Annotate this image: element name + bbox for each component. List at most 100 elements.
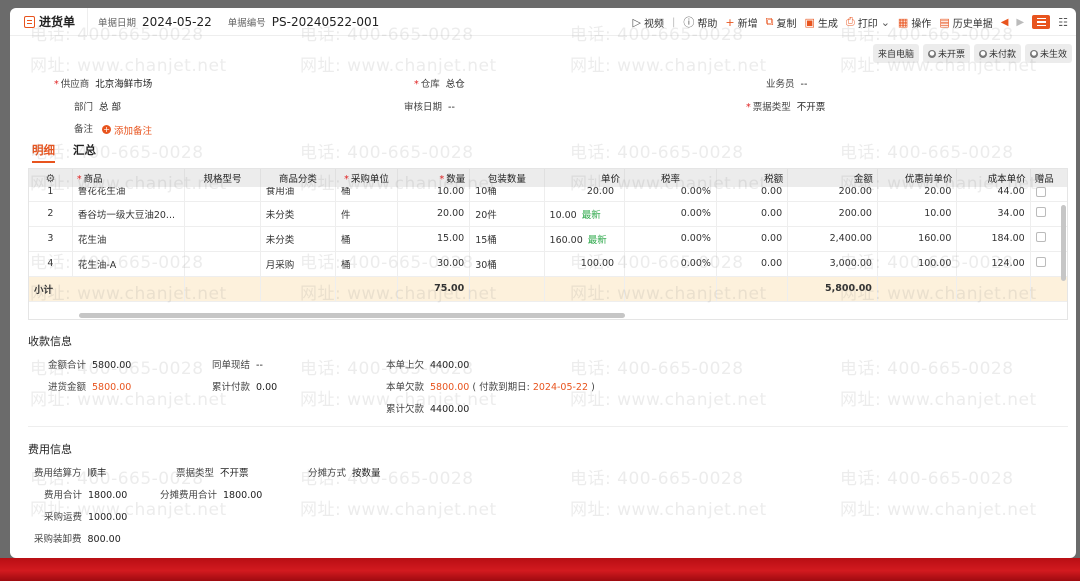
cell-product[interactable]: 香谷坊一级大豆油20... bbox=[72, 201, 186, 227]
cell-pack: 20件 bbox=[469, 201, 545, 227]
help-button[interactable]: ⓘ 帮助 bbox=[683, 14, 717, 30]
cell-pack: 15桶 bbox=[469, 226, 545, 252]
prev-arrow-icon[interactable]: ◀ bbox=[1001, 17, 1009, 28]
warehouse-field[interactable]: * 仓库 总仓 bbox=[414, 76, 465, 90]
purchase-amount: 进货金额 5800.00 bbox=[48, 382, 132, 393]
invoice-type-field[interactable]: * 票据类型 不开票 bbox=[746, 99, 825, 113]
cell-product[interactable]: 花生油 bbox=[72, 226, 186, 252]
supplier-field[interactable]: * 供应商 北京海鲜市场 bbox=[54, 76, 152, 90]
cell-unit[interactable]: 桶 bbox=[335, 226, 398, 252]
table-row[interactable]: 1 鲁花花生油 食用油桶 10.00 10桶 20.00 0.00% 0.00 200.00 20… bbox=[29, 187, 1067, 202]
invoice-type-value[interactable]: 不开票 bbox=[797, 102, 826, 113]
generate-button[interactable]: ▣ 生成 bbox=[804, 15, 837, 30]
date-value[interactable]: 2024-05-22 bbox=[142, 15, 212, 29]
chevron-down-icon[interactable]: ⌄ bbox=[881, 16, 890, 29]
dept-field[interactable]: 部门总 部 bbox=[74, 99, 121, 113]
warehouse-value[interactable]: 总仓 bbox=[446, 79, 465, 90]
cell-price[interactable]: 10.00 最新 bbox=[544, 201, 626, 227]
cell-unit[interactable]: 件 bbox=[335, 201, 398, 227]
invoice-status-badge: ● 未开票 bbox=[922, 44, 970, 63]
cell-spec[interactable] bbox=[184, 226, 261, 252]
gear-icon: ⚙ bbox=[45, 171, 56, 185]
cell-pre-discount-price[interactable]: 20.00 bbox=[877, 187, 958, 202]
grid-icon[interactable]: ☷ bbox=[1058, 16, 1068, 29]
cell-unit[interactable]: 桶 bbox=[335, 187, 398, 202]
table-row[interactable]: 4 花生油-A 月采购桶 30.00 30桶 100.00 0.00% 0.00 3,000.0… bbox=[29, 251, 1067, 277]
tab-detail[interactable]: 明细 bbox=[32, 142, 55, 163]
col-header: 包装数量 bbox=[469, 169, 545, 187]
history-button[interactable]: ▤ 历史单据 bbox=[939, 15, 992, 30]
cell-gift[interactable] bbox=[1030, 187, 1067, 202]
fee-settle-party[interactable]: 费用结算方 顺丰 bbox=[34, 465, 107, 479]
help-icon: ⓘ bbox=[683, 16, 695, 29]
menu-icon[interactable] bbox=[1032, 15, 1051, 29]
table-row[interactable]: 3 花生油 未分类桶 15.00 15桶 160.00 最新 0.00% 0.00 2,400.0… bbox=[29, 226, 1067, 252]
vertical-scrollbar[interactable] bbox=[1061, 205, 1066, 281]
col-header: 单价 bbox=[544, 169, 626, 187]
cell-price[interactable]: 100.00 bbox=[544, 251, 626, 277]
supplier-value[interactable]: 北京海鲜市场 bbox=[95, 79, 152, 90]
gift-checkbox[interactable] bbox=[1035, 187, 1046, 197]
clerk-field[interactable]: 业务员 -- bbox=[766, 76, 807, 90]
dept-value[interactable]: 总 部 bbox=[99, 102, 121, 113]
col-header: * 商品 bbox=[72, 169, 186, 187]
cell-qty[interactable]: 15.00 bbox=[397, 226, 471, 252]
cell-category: 月采购 bbox=[260, 251, 337, 277]
operate-button[interactable]: ▦ 操作 bbox=[898, 15, 931, 30]
cell-product[interactable]: 鲁花花生油 bbox=[72, 187, 186, 202]
cell-qty[interactable]: 30.00 bbox=[397, 251, 471, 277]
cell-amount[interactable]: 3,000.00 bbox=[787, 251, 878, 277]
next-arrow-icon[interactable]: ▶ bbox=[1016, 17, 1024, 28]
column-settings-button[interactable]: ⚙ bbox=[29, 169, 73, 187]
alloc-method[interactable]: 分摊方式 按数量 bbox=[308, 465, 381, 479]
fee-invoice-type[interactable]: 票据类型 不开票 bbox=[176, 465, 249, 479]
copy-button[interactable]: ⧉ 复制 bbox=[766, 15, 797, 30]
horizontal-scrollbar[interactable] bbox=[79, 313, 625, 318]
cell-amount[interactable]: 200.00 bbox=[787, 187, 878, 202]
cell-pre-discount-price[interactable]: 100.00 bbox=[877, 251, 958, 277]
subtotal-amount: 5,800.00 bbox=[787, 276, 878, 302]
new-button[interactable]: + 新增 bbox=[725, 15, 757, 30]
cell-qty[interactable]: 20.00 bbox=[397, 201, 471, 227]
cell-category: 未分类 bbox=[260, 226, 337, 252]
doc-no-value[interactable]: PS-20240522-001 bbox=[272, 15, 380, 29]
cell-amount[interactable]: 200.00 bbox=[787, 201, 878, 227]
invoice-status-label: 未开票 bbox=[937, 50, 965, 60]
gift-checkbox[interactable] bbox=[1035, 207, 1046, 217]
cell-price[interactable]: 160.00 最新 bbox=[544, 226, 626, 252]
cell-tax-rate[interactable]: 0.00% bbox=[624, 251, 717, 277]
col-header: 成本单价 bbox=[956, 169, 1031, 187]
clerk-value[interactable]: -- bbox=[801, 79, 808, 90]
cell-pre-discount-price[interactable]: 10.00 bbox=[877, 201, 958, 227]
row-index: 2 bbox=[29, 201, 73, 227]
freight-fee[interactable]: 采购运费 1000.00 bbox=[44, 509, 127, 523]
cell-unit[interactable]: 桶 bbox=[335, 251, 398, 277]
cell-tax-rate[interactable]: 0.00% bbox=[624, 187, 717, 202]
watermark-phone: 电话: 400-665-0028 bbox=[840, 359, 1014, 379]
source-badge-label: 来自电脑 bbox=[877, 50, 914, 60]
cell-pack: 30桶 bbox=[469, 251, 545, 277]
table-row[interactable]: 2 香谷坊一级大豆油20... 未分类件 20.00 20件 10.00 最新 0.00% 0.… bbox=[29, 201, 1067, 227]
due-date[interactable]: 2024-05-22 bbox=[533, 382, 588, 393]
cell-tax-rate[interactable]: 0.00% bbox=[624, 201, 717, 227]
same-settle[interactable]: 同单现结 -- bbox=[212, 357, 263, 371]
cell-spec[interactable] bbox=[184, 201, 261, 227]
gift-checkbox[interactable] bbox=[1035, 232, 1046, 242]
cell-product[interactable]: 花生油-A bbox=[72, 251, 186, 277]
doc-tab[interactable]: 进货单 bbox=[10, 8, 89, 36]
tab-summary[interactable]: 汇总 bbox=[73, 142, 96, 163]
cell-spec[interactable] bbox=[184, 187, 261, 202]
cell-amount[interactable]: 2,400.00 bbox=[787, 226, 878, 252]
add-note-button[interactable]: + 添加备注 bbox=[102, 123, 152, 137]
col-header: * 采购单位 bbox=[335, 169, 398, 187]
unload-fee[interactable]: 采购装卸费 800.00 bbox=[34, 531, 121, 545]
cell-tax-rate[interactable]: 0.00% bbox=[624, 226, 717, 252]
col-header: 商品分类 bbox=[260, 169, 337, 187]
video-button[interactable]: ▷ 视频 bbox=[633, 15, 664, 30]
gift-checkbox[interactable] bbox=[1035, 257, 1046, 267]
cell-qty[interactable]: 10.00 bbox=[397, 187, 471, 202]
cell-spec[interactable] bbox=[184, 251, 261, 277]
print-button[interactable]: ⎙ 打印 ⌄ bbox=[846, 15, 890, 30]
cell-pre-discount-price[interactable]: 160.00 bbox=[877, 226, 958, 252]
cell-price[interactable]: 20.00 bbox=[544, 187, 626, 202]
